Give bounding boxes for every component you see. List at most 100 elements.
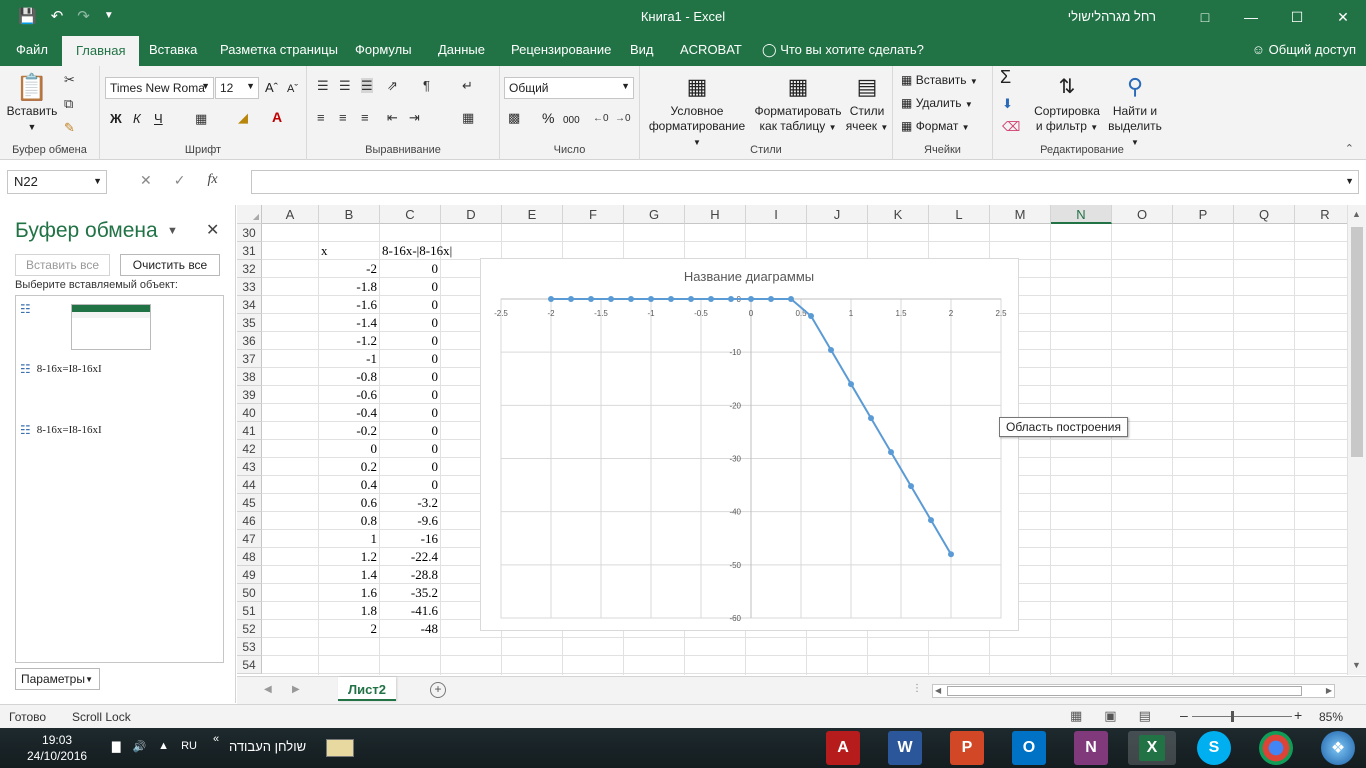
cell[interactable]: -9.6 [382, 512, 441, 530]
font-name-select[interactable]: Times New Roma ▼ [105, 77, 214, 99]
bold-button[interactable]: Ж [110, 111, 122, 126]
fill-color-icon[interactable]: ◢ [238, 110, 248, 125]
align-left-icon[interactable]: ≡ [317, 110, 325, 125]
percent-button[interactable]: % [542, 111, 554, 126]
redo-icon[interactable]: ↷ [77, 7, 90, 25]
pane-options-icon[interactable]: ▼ [167, 225, 178, 237]
row-header[interactable]: 31 [237, 242, 262, 260]
rtl-icon[interactable]: ¶ [423, 78, 430, 93]
formula-input[interactable]: ▼ [251, 170, 1359, 194]
split-handle-icon[interactable]: ⋮ [912, 683, 922, 694]
column-header[interactable]: F [563, 205, 624, 224]
cell[interactable]: 0 [382, 296, 441, 314]
cell[interactable]: 0 [382, 386, 441, 404]
outlook-icon[interactable]: O [1012, 731, 1046, 765]
cell[interactable]: x [321, 242, 380, 260]
expand-formula-icon[interactable]: ▼ [1345, 176, 1354, 186]
select-all-corner[interactable]: ◢ [237, 205, 262, 224]
cell[interactable]: 0.2 [321, 458, 380, 476]
clear-icon[interactable]: ⌫ [1002, 119, 1020, 134]
insert-cells-button[interactable]: ▦ Вставить ▼ [901, 73, 978, 89]
cell[interactable]: 0.4 [321, 476, 380, 494]
row-header[interactable]: 51 [237, 602, 262, 620]
minimize-icon[interactable]: — [1228, 0, 1274, 34]
cell[interactable]: -0.2 [321, 422, 380, 440]
row-header[interactable]: 45 [237, 494, 262, 512]
paste-all-button[interactable]: Вставить все [15, 254, 110, 276]
decrease-indent-icon[interactable]: ⇤ [387, 110, 398, 125]
row-header[interactable]: 46 [237, 512, 262, 530]
row-header[interactable]: 42 [237, 440, 262, 458]
delete-cells-button[interactable]: ▦ Удалить ▼ [901, 96, 973, 112]
grow-font-icon[interactable]: Aˆ [265, 80, 278, 95]
cell[interactable]: 0 [382, 458, 441, 476]
collapse-ribbon-icon[interactable]: ⌃ [1345, 142, 1354, 155]
row-header[interactable]: 30 [237, 224, 262, 242]
vertical-scrollbar[interactable]: ▲ ▼ [1347, 205, 1366, 675]
autosum-icon[interactable]: Σ [1000, 68, 1011, 86]
merge-cells-icon[interactable]: ▦ [462, 110, 474, 125]
cell[interactable]: 1.6 [321, 584, 380, 602]
row-header[interactable]: 35 [237, 314, 262, 332]
wrap-text-icon[interactable]: ↵ [462, 78, 473, 93]
clock[interactable]: 19:03 24/10/2016 [27, 732, 87, 764]
increase-decimal-icon[interactable]: ←0 [593, 111, 609, 126]
italic-button[interactable]: К [133, 111, 141, 126]
cell[interactable]: 1 [321, 530, 380, 548]
cell[interactable]: -0.6 [321, 386, 380, 404]
cell[interactable]: 0 [382, 422, 441, 440]
zoom-out-icon[interactable]: – [1180, 707, 1188, 723]
tab-page-layout[interactable]: Разметка страницы [220, 42, 338, 57]
cell[interactable]: -0.4 [321, 404, 380, 422]
column-header[interactable]: J [807, 205, 868, 224]
row-header[interactable]: 49 [237, 566, 262, 584]
row-header[interactable]: 32 [237, 260, 262, 278]
column-header[interactable]: D [441, 205, 502, 224]
cell[interactable]: -41.6 [382, 602, 441, 620]
ribbon-display-icon[interactable]: □ [1182, 0, 1228, 34]
column-header[interactable]: N [1051, 205, 1112, 224]
enter-icon[interactable]: ✓ [174, 172, 186, 189]
volume-icon[interactable]: 🔊 [132, 740, 146, 753]
scroll-up-icon[interactable]: ▲ [1352, 209, 1361, 219]
thousands-button[interactable]: 000 [563, 113, 580, 128]
chart-title[interactable]: Название диаграммы [684, 269, 814, 284]
cell[interactable]: -1 [321, 350, 380, 368]
scroll-left-icon[interactable]: ◀ [935, 686, 941, 695]
column-header[interactable]: L [929, 205, 990, 224]
column-header[interactable]: R [1295, 205, 1347, 224]
scroll-down-icon[interactable]: ▼ [1352, 660, 1361, 670]
row-header[interactable]: 43 [237, 458, 262, 476]
cell[interactable]: -35.2 [382, 584, 441, 602]
row-header[interactable]: 37 [237, 350, 262, 368]
cell[interactable]: 0 [382, 440, 441, 458]
cell[interactable]: 8-16x-|8-16x| [382, 242, 472, 260]
name-box[interactable]: N22 ▼ [7, 170, 107, 194]
orientation-icon[interactable]: ⇗ [387, 78, 398, 93]
row-header[interactable]: 38 [237, 368, 262, 386]
options-button[interactable]: Параметры ▼ [15, 668, 100, 690]
cell[interactable]: 1.4 [321, 566, 380, 584]
column-header[interactable]: H [685, 205, 746, 224]
horizontal-scroll-thumb[interactable] [947, 686, 1302, 696]
start-button-icon[interactable]: ❖ [1321, 731, 1355, 765]
cell[interactable]: -28.8 [382, 566, 441, 584]
cell[interactable]: 0 [321, 440, 380, 458]
column-header[interactable]: B [319, 205, 380, 224]
fill-icon[interactable]: ⬇ [1002, 96, 1013, 111]
cell[interactable]: -3.2 [382, 494, 441, 512]
word-icon[interactable]: W [888, 731, 922, 765]
scroll-thumb[interactable] [1351, 227, 1363, 457]
zoom-in-icon[interactable]: + [1294, 707, 1302, 723]
row-header[interactable]: 54 [237, 656, 262, 674]
cell[interactable]: 0 [382, 260, 441, 278]
row-header[interactable]: 47 [237, 530, 262, 548]
font-size-select[interactable]: 12 ▼ [215, 77, 259, 99]
tab-home[interactable]: Главная [62, 36, 140, 66]
align-middle-icon[interactable]: ☰ [339, 78, 351, 93]
shrink-font-icon[interactable]: Aˇ [287, 82, 298, 97]
onenote-icon[interactable]: N [1074, 731, 1108, 765]
paste-button[interactable]: 📋 Вставить ▼ [6, 72, 58, 135]
align-right-icon[interactable]: ≡ [361, 110, 369, 125]
user-name[interactable]: רחל מגרהלישולי [1068, 9, 1156, 24]
